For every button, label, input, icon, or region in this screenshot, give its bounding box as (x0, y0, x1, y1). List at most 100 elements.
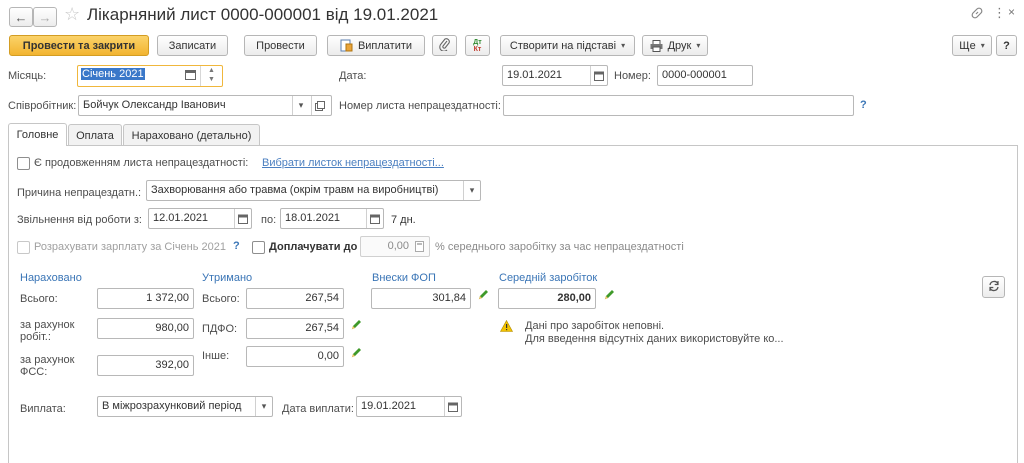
calendar-icon (448, 402, 458, 412)
warning-icon (499, 319, 514, 335)
payment-date-calendar-button[interactable] (444, 397, 461, 416)
post-button[interactable]: Провести (244, 35, 317, 56)
calendar-icon (594, 71, 604, 81)
favorite-star-icon[interactable]: ☆ (64, 4, 80, 25)
employee-label: Співробітник: (8, 100, 77, 112)
close-icon[interactable]: × (1008, 5, 1015, 19)
employee-dropdown-button[interactable]: ▾ (292, 96, 309, 115)
dropdown-arrow-icon: ▾ (621, 41, 626, 50)
withheld-pdfo-label: ПДФО: (202, 323, 238, 335)
stepper-down-icon[interactable]: ▼ (208, 76, 215, 83)
number-label: Номер: (614, 70, 651, 82)
edit-average-pencil-icon[interactable] (603, 289, 615, 304)
month-label: Місяць: (8, 70, 47, 82)
release-from-calendar-button[interactable] (234, 209, 251, 228)
release-from-label: Звільнення від роботи з: (17, 214, 142, 226)
reason-dropdown-button[interactable]: ▾ (463, 181, 480, 200)
continuation-checkbox[interactable] (17, 157, 30, 170)
reason-field[interactable]: Захворювання або травма (окрім травм на … (146, 180, 481, 201)
choose-sheet-link[interactable]: Вибрати листок непрацездатності... (262, 157, 444, 169)
accrued-fss-field[interactable]: 392,00 (97, 355, 194, 376)
release-to-label: по: (261, 214, 277, 226)
post-and-close-button[interactable]: Провести та закрити (9, 35, 149, 56)
edit-fop-pencil-icon[interactable] (477, 289, 489, 304)
withheld-heading: Утримано (202, 272, 253, 284)
save-button[interactable]: Записати (157, 35, 228, 56)
dropdown-arrow-icon: ▾ (980, 41, 985, 50)
accrued-total-field[interactable]: 1 372,00 (97, 288, 194, 309)
help-button[interactable]: ? (996, 35, 1017, 56)
create-based-on-button[interactable]: Створити на підставі ▾ (500, 35, 635, 56)
tab-main[interactable]: Головне (8, 123, 67, 146)
window-title: Лікарняний лист 0000-000001 від 19.01.20… (87, 5, 439, 24)
fop-field[interactable]: 301,84 (371, 288, 471, 309)
withheld-total-field[interactable]: 267,54 (246, 288, 344, 309)
print-button[interactable]: Друк ▾ (642, 35, 708, 56)
calc-salary-help-icon[interactable]: ? (233, 240, 240, 252)
withheld-pdfo-field[interactable]: 267,54 (246, 318, 344, 339)
calc-salary-label: Розрахувати зарплату за Січень 2021 (34, 241, 226, 253)
attach-button[interactable] (432, 35, 457, 56)
fop-heading: Внески ФОП (372, 272, 436, 284)
stepper-up-icon[interactable]: ▲ (208, 67, 215, 74)
back-button[interactable]: ← (9, 7, 33, 27)
warning-line-1: Дані про заробіток неповні. (525, 320, 665, 332)
dt-kt-icon: Дт Кт (473, 38, 482, 53)
calendar-icon[interactable] (185, 69, 196, 83)
tab-accrued-detailed[interactable]: Нараховано (детально) (123, 124, 260, 146)
calc-salary-checkbox[interactable] (17, 241, 30, 254)
withheld-other-field[interactable]: 0,00 (246, 346, 344, 367)
open-window-icon (315, 100, 325, 111)
payment-label: Виплата: (20, 403, 66, 415)
accrued-employer-label: за рахунок робіт.: (20, 319, 75, 343)
employee-open-button[interactable] (311, 96, 328, 115)
dropdown-arrow-icon: ▾ (696, 41, 701, 50)
calculator-icon[interactable] (415, 241, 424, 255)
paperclip-icon (438, 37, 451, 54)
arrow-left-icon: ← (14, 9, 28, 25)
edit-pdfo-pencil-icon[interactable] (350, 319, 362, 334)
days-count: 7 дн. (391, 214, 416, 226)
dt-kt-button[interactable]: Дт Кт (465, 35, 490, 56)
printer-icon (650, 39, 663, 52)
date-label: Дата: (339, 70, 367, 82)
dropdown-arrow-icon: ▾ (469, 185, 475, 195)
arrow-right-icon: → (38, 9, 52, 25)
dropdown-arrow-icon: ▾ (298, 100, 304, 110)
payment-field[interactable]: В міжрозрахунковий період (97, 396, 273, 417)
date-calendar-button[interactable] (590, 66, 607, 85)
release-to-calendar-button[interactable] (366, 209, 383, 228)
sheet-number-label: Номер листа непрацездатності: (339, 100, 501, 112)
calendar-icon (238, 214, 248, 224)
accrued-employer-field[interactable]: 980,00 (97, 318, 194, 339)
link-icon[interactable] (970, 6, 984, 20)
withheld-other-label: Інше: (202, 350, 230, 362)
extra-pay-suffix: % середнього заробітку за час непрацезда… (435, 241, 684, 253)
number-field[interactable]: 0000-000001 (657, 65, 753, 86)
pay-button[interactable]: Виплатити (327, 35, 425, 56)
more-options-icon[interactable]: ⋮ (993, 5, 1006, 21)
average-field[interactable]: 280,00 (498, 288, 596, 309)
more-button[interactable]: Ще ▾ (952, 35, 992, 56)
payment-dropdown-button[interactable]: ▾ (255, 397, 272, 416)
dropdown-arrow-icon: ▾ (261, 401, 267, 411)
calendar-icon (370, 214, 380, 224)
sheet-number-field[interactable] (503, 95, 854, 116)
refresh-icon (988, 280, 1000, 295)
sheet-number-help-icon[interactable]: ? (860, 99, 867, 111)
month-stepper[interactable]: ▲ ▼ (200, 66, 222, 86)
accrued-fss-label: за рахунок ФСС: (20, 354, 75, 378)
reason-label: Причина непрацездатн.: (17, 187, 142, 199)
accrued-heading: Нараховано (20, 272, 82, 284)
continuation-label: Є продовженням листа непрацездатності: (34, 157, 249, 169)
forward-button[interactable]: → (33, 7, 57, 27)
withheld-total-label: Всього: (202, 293, 240, 305)
extra-pay-checkbox[interactable] (252, 241, 265, 254)
pay-document-icon (340, 39, 353, 52)
average-heading: Середній заробіток (499, 272, 598, 284)
tab-payment[interactable]: Оплата (68, 124, 122, 146)
warning-line-2: Для введення відсутніх даних використову… (525, 333, 784, 345)
edit-other-pencil-icon[interactable] (350, 347, 362, 362)
refresh-button[interactable] (982, 276, 1005, 298)
payment-date-label: Дата виплати: (282, 403, 354, 415)
